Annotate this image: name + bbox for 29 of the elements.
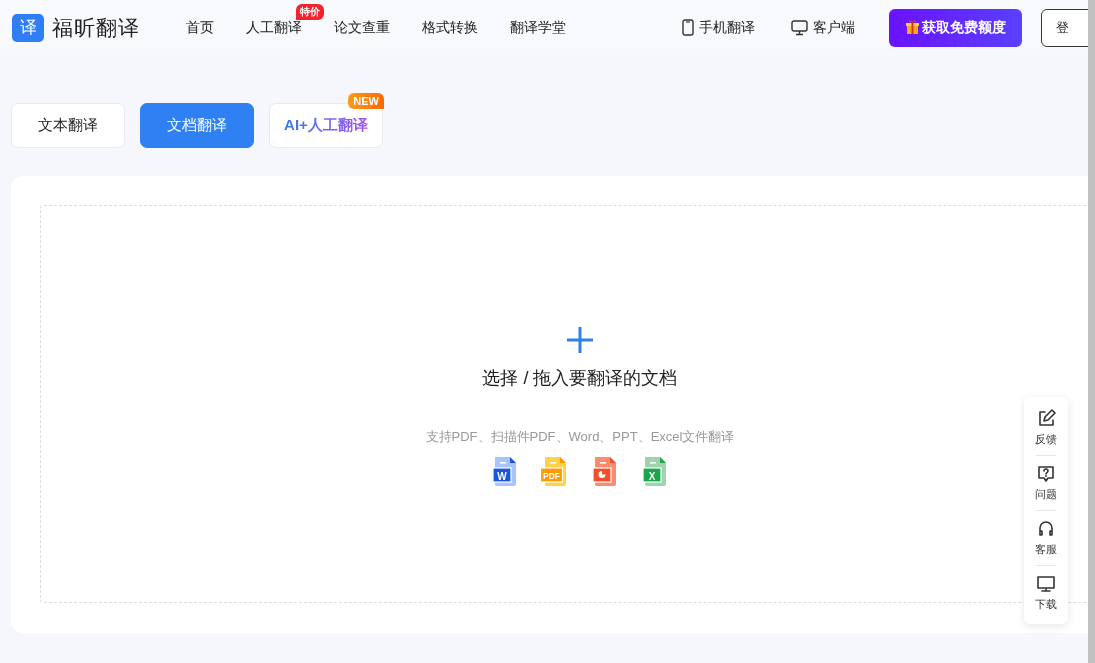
logo-text: 福昕翻译 xyxy=(52,14,140,41)
sale-badge: 特价 xyxy=(296,4,324,20)
new-badge: NEW xyxy=(348,93,384,109)
phone-icon xyxy=(682,19,694,36)
side-panel-button[interactable]: 反馈 xyxy=(1035,401,1057,455)
login-button[interactable]: 登 xyxy=(1041,8,1088,47)
supported-formats-text: 支持PDF、扫描件PDF、Word、PPT、Excel文件翻译 xyxy=(425,428,735,446)
scrollbar[interactable] xyxy=(1088,0,1095,663)
mode-tab[interactable]: 文档翻译 xyxy=(140,103,254,148)
logo-mark: 译 xyxy=(12,13,44,42)
gift-icon xyxy=(905,20,919,35)
side-panel-button[interactable]: 问题 xyxy=(1035,456,1057,510)
nav-link[interactable]: 首页 xyxy=(186,19,214,35)
nav-link[interactable]: 翻译学堂 xyxy=(510,19,566,35)
nav-link[interactable]: 人工翻译 xyxy=(246,19,302,35)
nav-link[interactable]: 客户端 xyxy=(791,18,855,37)
nav-link[interactable]: 格式转换 xyxy=(422,19,478,35)
monitor-icon xyxy=(1036,574,1056,594)
nav-link[interactable]: 论文查重 xyxy=(334,19,390,35)
headset-icon xyxy=(1036,519,1056,539)
mode-tab[interactable]: 文本翻译 xyxy=(11,103,125,148)
edit-icon xyxy=(1036,409,1056,429)
help-icon xyxy=(1036,464,1056,484)
nav-link[interactable]: 手机翻译 xyxy=(682,18,755,37)
side-panel-button[interactable]: 客服 xyxy=(1035,511,1057,565)
upload-title: 选择 / 拖入要翻译的文档 xyxy=(482,367,678,390)
free-quota-button[interactable]: 获取免费额度 xyxy=(889,8,1022,47)
monitor-icon xyxy=(791,19,808,36)
plus-icon xyxy=(566,326,594,354)
